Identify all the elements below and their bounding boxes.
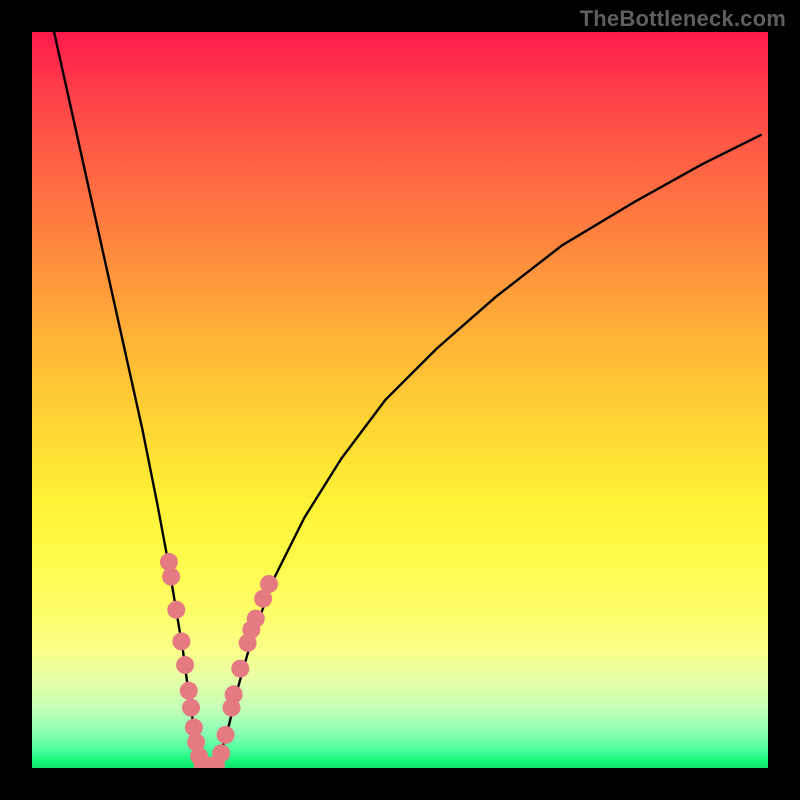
watermark-text: TheBottleneck.com [580,6,786,32]
curve-left [54,32,201,766]
marker-dot [172,632,190,650]
highlight-markers [160,553,278,768]
marker-dot [225,685,243,703]
plot-area [32,32,768,768]
chart-frame: TheBottleneck.com [0,0,800,800]
chart-svg [32,32,768,768]
curve-right [216,135,761,766]
marker-dot [217,726,235,744]
marker-dot [162,568,180,586]
marker-dot [231,660,249,678]
marker-dot [180,682,198,700]
marker-dot [247,610,265,628]
marker-dot [182,699,200,717]
marker-dot [260,575,278,593]
marker-dot [167,601,185,619]
marker-dot [212,744,230,762]
marker-dot [176,656,194,674]
